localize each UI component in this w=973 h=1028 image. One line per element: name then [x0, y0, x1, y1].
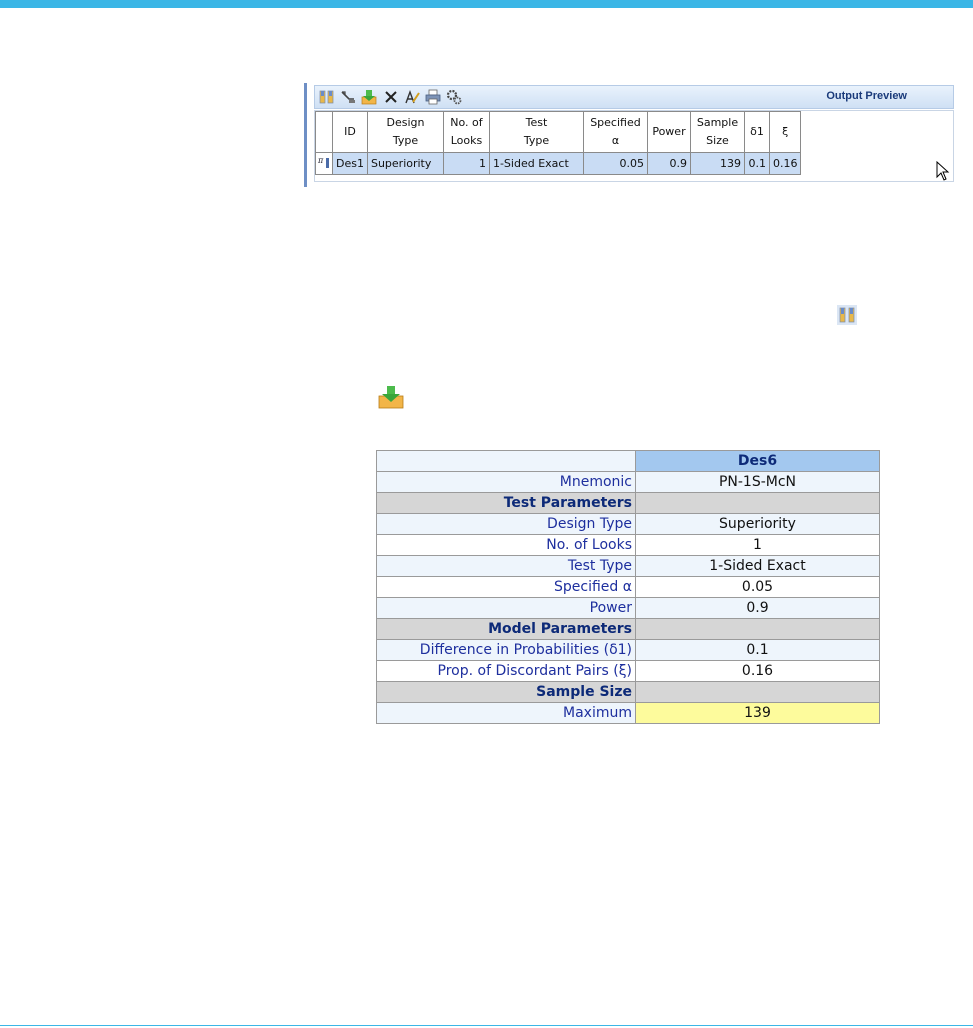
summary-label: Prop. of Discordant Pairs (ξ) [376, 660, 636, 682]
design-summary-table: Des6 Mnemonic PN-1S-McN Test Parameters … [376, 450, 880, 724]
output-preview-title: Output Preview [826, 90, 907, 102]
col-header-design-type[interactable]: Design Type [366, 111, 444, 153]
mouse-pointer-icon [936, 161, 950, 181]
table-row: Test Type 1-Sided Exact [376, 555, 880, 577]
table-row: No. of Looks 1 [376, 534, 880, 556]
summary-label: Specified α [376, 576, 636, 598]
col-header-id[interactable]: ID [332, 111, 368, 153]
summary-value: 0.16 [635, 660, 880, 682]
table-row: Power 0.9 [376, 597, 880, 619]
summary-value: Superiority [635, 513, 880, 535]
cell-design-type[interactable]: Superiority [366, 152, 444, 175]
summary-value: PN-1S-McN [635, 471, 880, 493]
row-header-cell[interactable]: π [315, 152, 333, 175]
save-to-workbook-icon[interactable] [376, 385, 406, 409]
cell-sample-size[interactable]: 139 [689, 152, 745, 175]
summary-label: Test Type [376, 555, 636, 577]
cell-delta1[interactable]: 0.1 [743, 152, 770, 175]
page-top-bar [0, 0, 973, 8]
output-preview-grid: ID Design Type No. of Looks Test Type Speci… [314, 110, 954, 182]
output-preview-toolbar: Output Preview [314, 85, 954, 109]
design-details-icon[interactable] [319, 89, 335, 105]
row-header-corner [315, 111, 333, 153]
section-label: Test Parameters [376, 492, 636, 514]
cell-looks[interactable]: 1 [442, 152, 490, 175]
settings-icon[interactable] [446, 89, 462, 105]
section-row-sample-size: Sample Size [376, 681, 880, 703]
col-header-sample-size[interactable]: Sample Size [689, 111, 745, 153]
output-preview-header-row: ID Design Type No. of Looks Test Type Speci… [315, 111, 802, 153]
summary-label: Power [376, 597, 636, 619]
section-value-blank [635, 681, 880, 703]
section-row-model-parameters: Model Parameters [376, 618, 880, 640]
summary-label: Difference in Probabilities (δ1) [376, 639, 636, 661]
col-header-delta1[interactable]: δ1 [743, 111, 770, 153]
table-row: Design Type Superiority [376, 513, 880, 535]
output-preview-table: ID Design Type No. of Looks Test Type Speci… [315, 111, 802, 175]
section-label: Model Parameters [376, 618, 636, 640]
table-row[interactable]: π Des1 Superiority 1 1-Sided Exact 0.05 … [315, 152, 802, 175]
save-to-workbook-icon[interactable] [361, 89, 377, 105]
delete-icon[interactable] [383, 89, 399, 105]
table-row: Maximum 139 [376, 702, 880, 724]
table-row: Mnemonic PN-1S-McN [376, 471, 880, 493]
cell-alpha[interactable]: 0.05 [582, 152, 648, 175]
summary-value: 0.05 [635, 576, 880, 598]
cell-test-type[interactable]: 1-Sided Exact [488, 152, 584, 175]
col-header-looks[interactable]: No. of Looks [442, 111, 490, 153]
col-header-power[interactable]: Power [646, 111, 691, 153]
section-label: Sample Size [376, 681, 636, 703]
output-preview-panel: Output Preview ID Design Type No. of Looks… [304, 83, 954, 187]
col-header-xi[interactable]: ξ [768, 111, 802, 153]
summary-value: 1-Sided Exact [635, 555, 880, 577]
rename-icon[interactable] [404, 89, 420, 105]
table-row: Difference in Probabilities (δ1) 0.1 [376, 639, 880, 661]
summary-column-header: Des6 [635, 450, 880, 472]
table-row: Specified α 0.05 [376, 576, 880, 598]
design-details-icon[interactable] [837, 305, 857, 325]
col-header-test-type[interactable]: Test Type [488, 111, 584, 153]
summary-header-blank [376, 450, 636, 472]
summary-value: 0.1 [635, 639, 880, 661]
cell-power[interactable]: 0.9 [646, 152, 691, 175]
summary-label: No. of Looks [376, 534, 636, 556]
section-row-test-parameters: Test Parameters [376, 492, 880, 514]
section-value-blank [635, 492, 880, 514]
panel-accent-bar [304, 83, 307, 187]
cell-id[interactable]: Des1 [332, 152, 368, 175]
svg-text:π: π [317, 156, 324, 165]
summary-label: Mnemonic [376, 471, 636, 493]
maximum-sample-size-value: 139 [635, 702, 880, 724]
summary-label: Design Type [376, 513, 636, 535]
summary-value: 1 [635, 534, 880, 556]
cell-xi[interactable]: 0.16 [768, 152, 802, 175]
summary-label: Maximum [376, 702, 636, 724]
summary-value: 0.9 [635, 597, 880, 619]
print-icon[interactable] [425, 89, 441, 105]
col-header-alpha[interactable]: Specified α [582, 111, 648, 153]
edit-design-icon[interactable] [340, 89, 356, 105]
section-value-blank [635, 618, 880, 640]
page-bottom-rule [0, 1025, 973, 1026]
design-row-icon: π [317, 156, 329, 168]
table-row: Prop. of Discordant Pairs (ξ) 0.16 [376, 660, 880, 682]
summary-header-row: Des6 [376, 450, 880, 472]
